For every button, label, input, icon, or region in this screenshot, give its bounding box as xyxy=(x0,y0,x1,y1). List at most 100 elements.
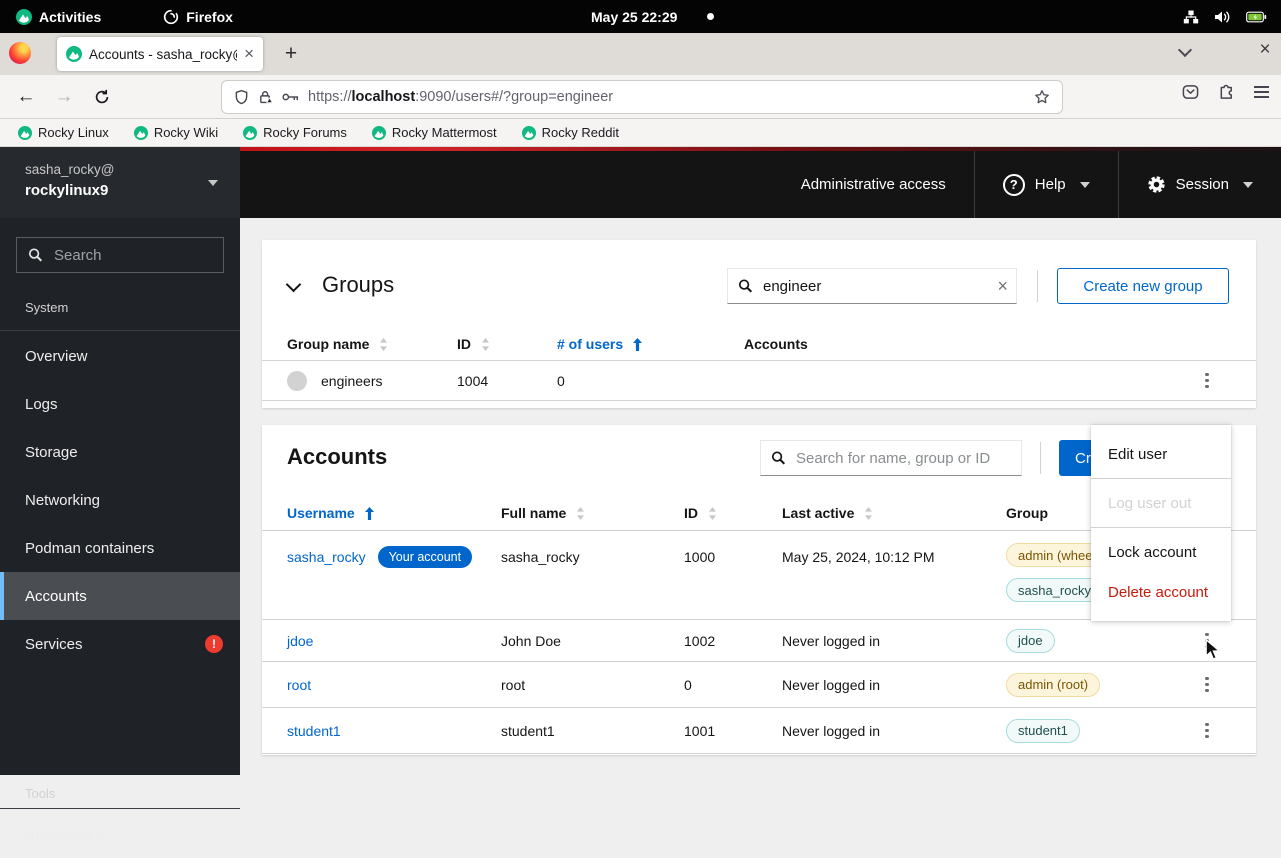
firefox-tab-bar: Accounts - sasha_rocky@ xyxy=(0,33,1281,75)
bookmark-star-icon[interactable] xyxy=(1034,89,1050,105)
id-cell: 0 xyxy=(684,677,782,693)
id-cell: 1001 xyxy=(684,723,782,739)
back-button[interactable]: ← xyxy=(12,83,40,111)
menu-item-lock-account[interactable]: Lock account xyxy=(1091,532,1231,572)
group-name: engineers xyxy=(321,373,383,389)
column-accounts: Accounts xyxy=(744,336,1158,352)
clear-search-icon[interactable] xyxy=(997,276,1008,297)
group-chip-admin-wheel: admin (whee xyxy=(1006,543,1104,567)
rocky-logo-icon xyxy=(16,9,32,25)
account-row-student1: student1 student1 1001 Never logged in s… xyxy=(262,708,1256,754)
extensions-puzzle-icon[interactable] xyxy=(1218,83,1235,101)
key-icon[interactable] xyxy=(282,92,299,102)
activities-label: Activities xyxy=(39,9,101,25)
host-switcher[interactable]: sasha_rocky@ rockylinux9 xyxy=(0,147,240,218)
sidebar-item-applications[interactable]: Applications xyxy=(0,810,240,858)
bookmark-rocky-linux[interactable]: Rocky Linux xyxy=(18,125,109,140)
app-menu-hamburger-icon[interactable] xyxy=(1254,86,1269,98)
sidebar-section-system: System xyxy=(0,300,240,315)
reload-button[interactable] xyxy=(88,83,116,111)
reload-icon xyxy=(94,89,110,105)
help-menu-button[interactable]: Help xyxy=(974,151,1118,218)
bookmark-rocky-forums[interactable]: Rocky Forums xyxy=(243,125,347,140)
groups-collapse-chevron-icon[interactable] xyxy=(286,277,302,293)
sidebar-search-input[interactable] xyxy=(16,237,224,273)
pocket-icon[interactable] xyxy=(1182,83,1199,101)
page-content: Groups Create new group Group name ID # … xyxy=(240,218,1281,775)
sidebar-item-overview[interactable]: Overview xyxy=(0,332,240,380)
group-kebab-menu-icon[interactable] xyxy=(1193,366,1221,396)
username-link[interactable]: root xyxy=(287,677,501,693)
column-group-name[interactable]: Group name xyxy=(287,336,457,352)
list-tabs-chevron-icon[interactable] xyxy=(1178,43,1192,57)
browser-tab[interactable]: Accounts - sasha_rocky@ xyxy=(57,37,263,71)
sidebar-item-logs[interactable]: Logs xyxy=(0,380,240,428)
rocky-favicon-icon xyxy=(522,126,536,140)
column-username[interactable]: Username xyxy=(287,505,501,521)
group-chip-admin-root: admin (root) xyxy=(1006,673,1100,697)
bookmark-rocky-wiki[interactable]: Rocky Wiki xyxy=(134,125,218,140)
groups-card: Groups Create new group Group name ID # … xyxy=(262,240,1256,408)
system-status-area[interactable] xyxy=(1183,10,1267,24)
column-id[interactable]: ID xyxy=(457,336,557,352)
bookmark-rocky-reddit[interactable]: Rocky Reddit xyxy=(522,125,619,140)
window-close-button[interactable] xyxy=(1252,37,1278,63)
battery-icon xyxy=(1246,11,1267,23)
bookmark-rocky-mattermost[interactable]: Rocky Mattermost xyxy=(372,125,497,140)
group-id: 1004 xyxy=(457,373,557,389)
group-chip-sasha-rocky: sasha_rocky xyxy=(1006,578,1103,602)
sidebar-section-tools: Tools xyxy=(0,786,240,801)
accounts-search xyxy=(760,440,1022,476)
tab-title: Accounts - sasha_rocky@ xyxy=(89,47,237,62)
full-name-cell: student1 xyxy=(501,723,684,739)
account-kebab-menu-icon[interactable] xyxy=(1193,670,1221,700)
sidebar-item-storage[interactable]: Storage xyxy=(0,428,240,476)
activities-button[interactable]: Activities xyxy=(16,9,101,25)
username-link[interactable]: sasha_rocky xyxy=(287,549,366,565)
username-link[interactable]: jdoe xyxy=(287,633,501,649)
search-icon xyxy=(771,450,786,466)
forward-button[interactable]: → xyxy=(50,83,78,111)
url-bar[interactable]: https://localhost:9090/users#/?group=eng… xyxy=(222,81,1062,113)
session-menu-button[interactable]: Session xyxy=(1118,151,1281,218)
search-icon xyxy=(738,278,753,294)
tab-close-icon[interactable] xyxy=(244,45,254,64)
toolbar-right-icons xyxy=(1182,83,1269,101)
menu-item-log-user-out: Log user out xyxy=(1091,483,1231,523)
menu-item-edit-user[interactable]: Edit user xyxy=(1091,434,1231,474)
menu-divider xyxy=(1091,478,1231,479)
new-tab-button[interactable] xyxy=(277,40,305,68)
column-last-active[interactable]: Last active xyxy=(782,505,1006,521)
groups-search xyxy=(727,268,1017,304)
account-actions-menu: Edit user Log user out Lock account Dele… xyxy=(1091,425,1231,621)
group-chip-student1: student1 xyxy=(1006,719,1080,743)
sidebar-item-networking[interactable]: Networking xyxy=(0,476,240,524)
column-num-users[interactable]: # of users xyxy=(557,336,744,352)
sidebar-item-podman-containers[interactable]: Podman containers xyxy=(0,524,240,572)
accounts-search-input[interactable] xyxy=(794,449,1013,468)
sidebar-nav: System Overview Logs Storage Networking … xyxy=(0,218,240,775)
username-link[interactable]: student1 xyxy=(287,723,501,739)
sidebar-item-services[interactable]: Services xyxy=(0,620,240,668)
account-row-jdoe: jdoe John Doe 1002 Never logged in jdoe xyxy=(262,620,1256,662)
column-full-name[interactable]: Full name xyxy=(501,505,684,521)
sort-icon xyxy=(864,507,873,520)
firefox-menu-button[interactable]: Firefox xyxy=(163,9,233,25)
services-alert-badge xyxy=(205,635,223,653)
column-id[interactable]: ID xyxy=(684,505,782,521)
group-user-count: 0 xyxy=(557,373,744,389)
menu-item-delete-account[interactable]: Delete account xyxy=(1091,572,1231,612)
account-kebab-menu-icon[interactable] xyxy=(1193,716,1221,746)
groups-search-input[interactable] xyxy=(761,277,989,296)
admin-access-button[interactable]: Administrative access xyxy=(773,151,974,218)
clock[interactable]: May 25 22:29 xyxy=(591,0,677,33)
site-security-lock-icon[interactable] xyxy=(258,89,273,105)
tracking-shield-icon[interactable] xyxy=(234,89,249,105)
create-new-group-button[interactable]: Create new group xyxy=(1057,268,1229,304)
group-avatar xyxy=(287,371,307,391)
sidebar-search xyxy=(16,237,224,273)
last-active-cell: Never logged in xyxy=(782,633,1006,649)
sort-icon xyxy=(379,338,388,351)
sidebar-item-accounts[interactable]: Accounts xyxy=(0,572,240,620)
sort-up-icon xyxy=(633,338,642,351)
